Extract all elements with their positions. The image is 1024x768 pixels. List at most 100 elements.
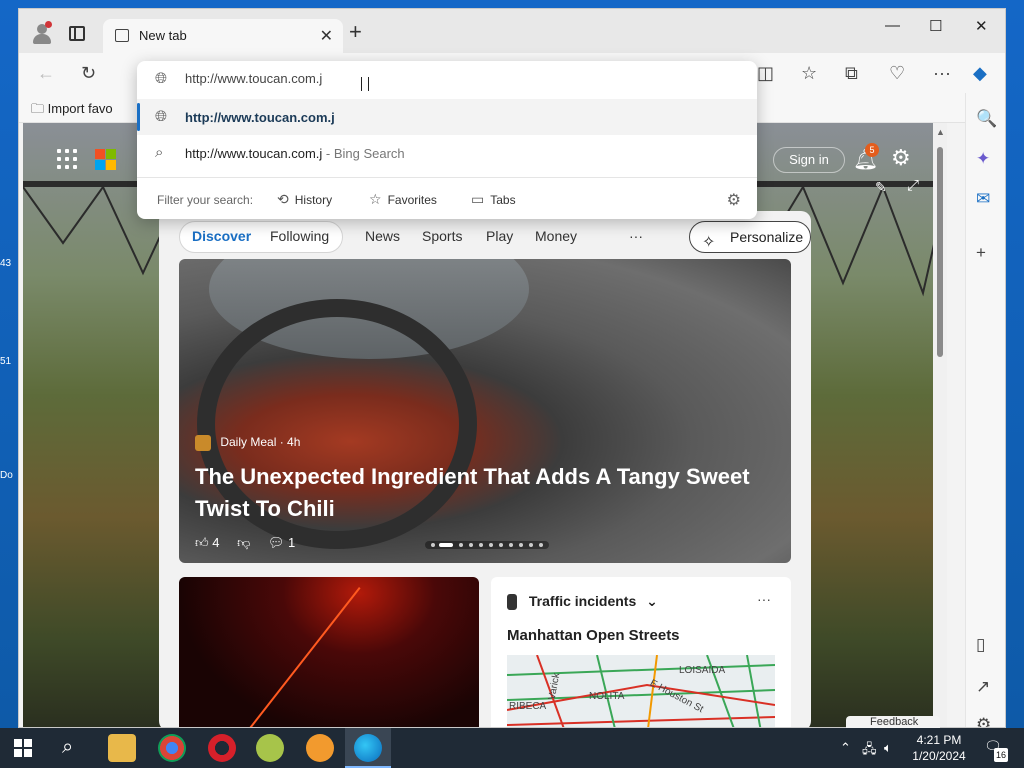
volume-icon[interactable]: 🔈︎ bbox=[884, 740, 892, 756]
file-explorer-icon[interactable] bbox=[108, 734, 136, 762]
microsoft-logo-icon bbox=[95, 149, 117, 171]
filter-favorites-button[interactable]: ☆ Favorites bbox=[369, 191, 437, 208]
opera-icon[interactable] bbox=[208, 734, 236, 762]
tab-money[interactable]: Money bbox=[535, 228, 577, 244]
traffic-card: Traffic incidents ⌄ ··· Manhattan Open S… bbox=[491, 577, 791, 727]
outlook-icon[interactable]: ✉ bbox=[976, 189, 990, 209]
hide-sidebar-icon[interactable]: ▯ bbox=[976, 635, 985, 655]
traffic-map[interactable]: LOISAIDA Varick NOLITA E Houston St RIBE… bbox=[507, 655, 775, 727]
feedback-button[interactable]: Feedback bbox=[846, 716, 940, 728]
filter-tabs-label: Tabs bbox=[490, 193, 516, 207]
suggestion-search-text: http://www.toucan.com.j - Bing Search bbox=[185, 146, 405, 161]
history-icon: ⟲ bbox=[277, 191, 289, 207]
tab-news[interactable]: News bbox=[365, 228, 400, 244]
windows-start-icon[interactable] bbox=[14, 739, 32, 757]
clock-time: 4:21 PM bbox=[916, 733, 962, 747]
search-app-icon[interactable] bbox=[306, 734, 334, 762]
favorites-star-icon[interactable]: ☆ bbox=[801, 63, 817, 84]
map-label: LOISAIDA bbox=[679, 665, 726, 676]
tab-actions-icon[interactable] bbox=[69, 26, 85, 41]
favorites-star-icon: ☆ bbox=[369, 191, 382, 207]
scroll-up-icon[interactable]: ▲ bbox=[936, 127, 945, 137]
minimize-button[interactable]: — bbox=[885, 17, 900, 34]
search-settings-gear-icon[interactable]: ⚙ bbox=[727, 190, 741, 210]
taskbar: ⌕ ⌃ 🖧︎ 🔈︎ 4:21 PM 1/20/2024 🗨︎ 16 bbox=[0, 728, 1024, 768]
like-icon[interactable]: 👍︎ bbox=[195, 535, 209, 550]
profile-avatar-icon[interactable] bbox=[31, 21, 53, 45]
filter-history-button[interactable]: ⟲ History bbox=[277, 191, 332, 208]
suggestion-url-text: http://www.toucan.com.j bbox=[185, 110, 335, 125]
edge-taskbar-button[interactable] bbox=[345, 728, 391, 768]
edit-background-icon[interactable]: ✎ bbox=[875, 179, 887, 196]
collections-icon[interactable]: ⧉ bbox=[845, 63, 858, 84]
address-bar-value[interactable]: http://www.toucan.com.j bbox=[185, 71, 322, 86]
copilot-icon[interactable]: ◆ bbox=[973, 63, 987, 84]
filter-label: Filter your search: bbox=[157, 193, 254, 207]
sidebar-settings-icon[interactable]: ⚙ bbox=[976, 715, 991, 727]
hero-article-card[interactable]: Daily Meal · 4h The Unexpected Ingredien… bbox=[179, 259, 791, 563]
map-label: RIBECA bbox=[509, 701, 547, 712]
traffic-more-button[interactable]: ··· bbox=[757, 591, 771, 607]
maximize-button[interactable]: ☐ bbox=[929, 17, 942, 35]
scrollbar-thumb[interactable] bbox=[937, 147, 943, 357]
network-icon[interactable]: 🖧︎ bbox=[862, 740, 877, 762]
close-window-button[interactable]: ✕ bbox=[975, 17, 988, 35]
desktop-icon-label: 43 bbox=[0, 258, 12, 269]
chrome-icon[interactable] bbox=[158, 734, 186, 762]
dislike-icon[interactable]: 👎︎ bbox=[237, 535, 250, 550]
tabs-icon: ▭ bbox=[471, 191, 485, 207]
tab-discover[interactable]: Discover bbox=[192, 228, 251, 244]
map-label: NOLITA bbox=[589, 691, 625, 702]
copilot-sidebar-icon[interactable]: ✦ bbox=[976, 149, 990, 169]
clock-date: 1/20/2024 bbox=[912, 749, 966, 763]
suggestion-url[interactable]: 🌐︎ http://www.toucan.com.j bbox=[137, 99, 757, 135]
new-tab-page-icon bbox=[115, 29, 129, 42]
new-tab-button[interactable]: + bbox=[349, 21, 362, 43]
carousel-indicator[interactable] bbox=[425, 541, 549, 549]
import-favorites-link[interactable]: 🗀 Import favo bbox=[31, 100, 113, 122]
suggestion-search[interactable]: ⌕ http://www.toucan.com.j - Bing Search bbox=[137, 135, 757, 171]
laser-article-card[interactable] bbox=[179, 577, 479, 727]
traffic-location: Manhattan Open Streets bbox=[507, 627, 680, 644]
personalize-button[interactable]: ✧ Personalize bbox=[689, 221, 811, 253]
article-source: Daily Meal · 4h bbox=[195, 435, 300, 451]
desktop-icon-label: 51 bbox=[0, 356, 12, 367]
traffic-title[interactable]: Traffic incidents ⌄ bbox=[507, 593, 658, 611]
tab-play[interactable]: Play bbox=[486, 228, 513, 244]
text-cursor-icon bbox=[361, 77, 369, 91]
suggestion-engine: - Bing Search bbox=[322, 146, 405, 161]
edge-icon bbox=[354, 734, 382, 762]
tab-sports[interactable]: Sports bbox=[422, 228, 462, 244]
title-bar: New tab ✕ + — ☐ ✕ bbox=[19, 9, 1005, 53]
search-icon: ⌕ bbox=[155, 144, 164, 161]
notification-badge: 5 bbox=[865, 143, 879, 157]
page-settings-gear-icon[interactable]: ⚙ bbox=[891, 145, 911, 171]
page-scrollbar[interactable]: ▲ bbox=[933, 123, 947, 727]
add-sidebar-app-icon[interactable]: + bbox=[976, 243, 986, 263]
split-screen-icon[interactable]: ◫ bbox=[757, 63, 774, 84]
tab-new-tab[interactable]: New tab ✕ bbox=[103, 19, 343, 53]
apps-launcher-icon[interactable] bbox=[57, 149, 79, 171]
close-tab-icon[interactable]: ✕ bbox=[320, 26, 333, 46]
comment-icon[interactable]: 💬︎ bbox=[268, 535, 285, 550]
address-bar-dropdown: 🌐︎ http://www.toucan.com.j 🌐︎ http://www… bbox=[137, 61, 757, 219]
back-arrow-icon[interactable]: ← bbox=[37, 63, 55, 84]
daily-meal-logo-icon bbox=[195, 435, 211, 451]
browser-essentials-icon[interactable]: ♡ bbox=[889, 63, 905, 84]
system-clock[interactable]: 4:21 PM 1/20/2024 bbox=[908, 732, 970, 764]
refresh-icon[interactable]: ↻ bbox=[81, 63, 96, 84]
app-green-icon[interactable] bbox=[256, 734, 284, 762]
article-headline[interactable]: The Unexpected Ingredient That Adds A Ta… bbox=[195, 461, 785, 525]
address-bar-input[interactable]: 🌐︎ http://www.toucan.com.j bbox=[137, 61, 757, 97]
search-icon[interactable]: 🔍 bbox=[976, 109, 997, 129]
taskbar-search-icon[interactable]: ⌕ bbox=[62, 736, 73, 759]
more-menu-icon[interactable]: ··· bbox=[933, 63, 951, 84]
show-hidden-icons-icon[interactable]: ⌃ bbox=[840, 740, 851, 756]
tab-following[interactable]: Following bbox=[270, 228, 329, 244]
external-link-icon[interactable]: ↗ bbox=[976, 677, 990, 697]
expand-icon[interactable]: ⤢ bbox=[907, 177, 919, 194]
filter-history-label: History bbox=[294, 193, 333, 207]
sign-in-button[interactable]: Sign in bbox=[773, 147, 845, 173]
more-tabs-button[interactable]: ··· bbox=[629, 228, 643, 244]
filter-tabs-button[interactable]: ▭ Tabs bbox=[471, 191, 516, 208]
